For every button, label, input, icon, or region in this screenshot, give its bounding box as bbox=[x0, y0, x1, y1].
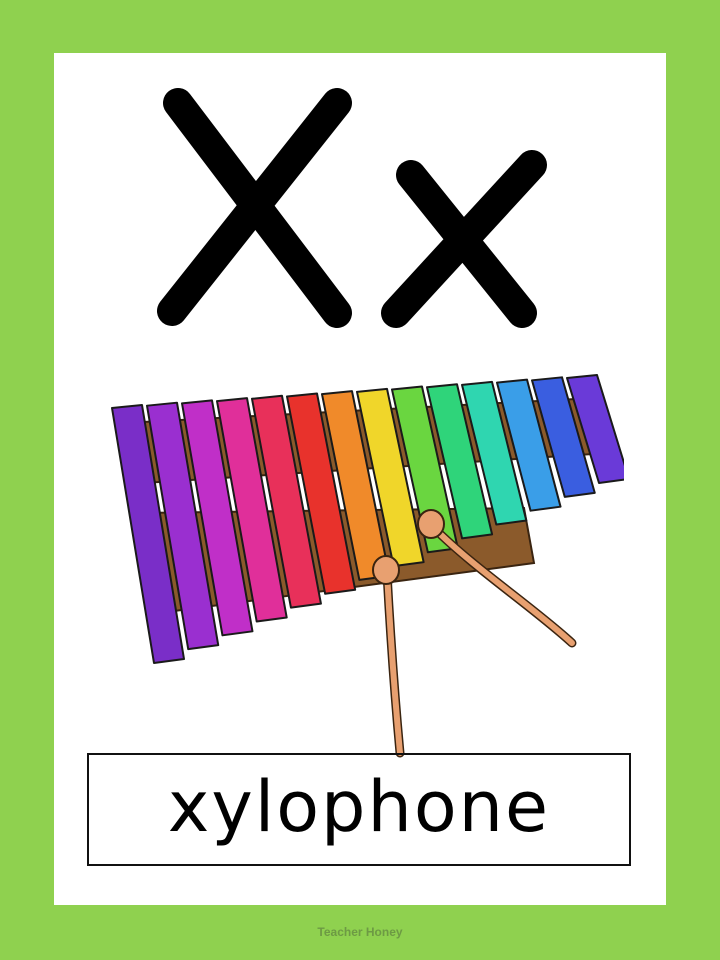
xylophone-icon bbox=[111, 374, 630, 758]
letter-glyphs: X x bbox=[54, 53, 547, 328]
lowercase-letter-glyph bbox=[381, 150, 547, 328]
xylophone-illustration bbox=[104, 358, 630, 773]
credit-text: Teacher Honey bbox=[317, 925, 403, 939]
flashcard: X x xylophone bbox=[54, 53, 666, 905]
mallet-left bbox=[372, 555, 405, 758]
word-label: xylophone bbox=[167, 765, 551, 848]
word-box: xylophone bbox=[87, 753, 631, 866]
lowercase-letter-text: x bbox=[54, 53, 55, 54]
uppercase-letter-glyph bbox=[157, 88, 352, 328]
uppercase-letter-text: X bbox=[54, 53, 55, 54]
letter-display: X x bbox=[54, 53, 666, 353]
